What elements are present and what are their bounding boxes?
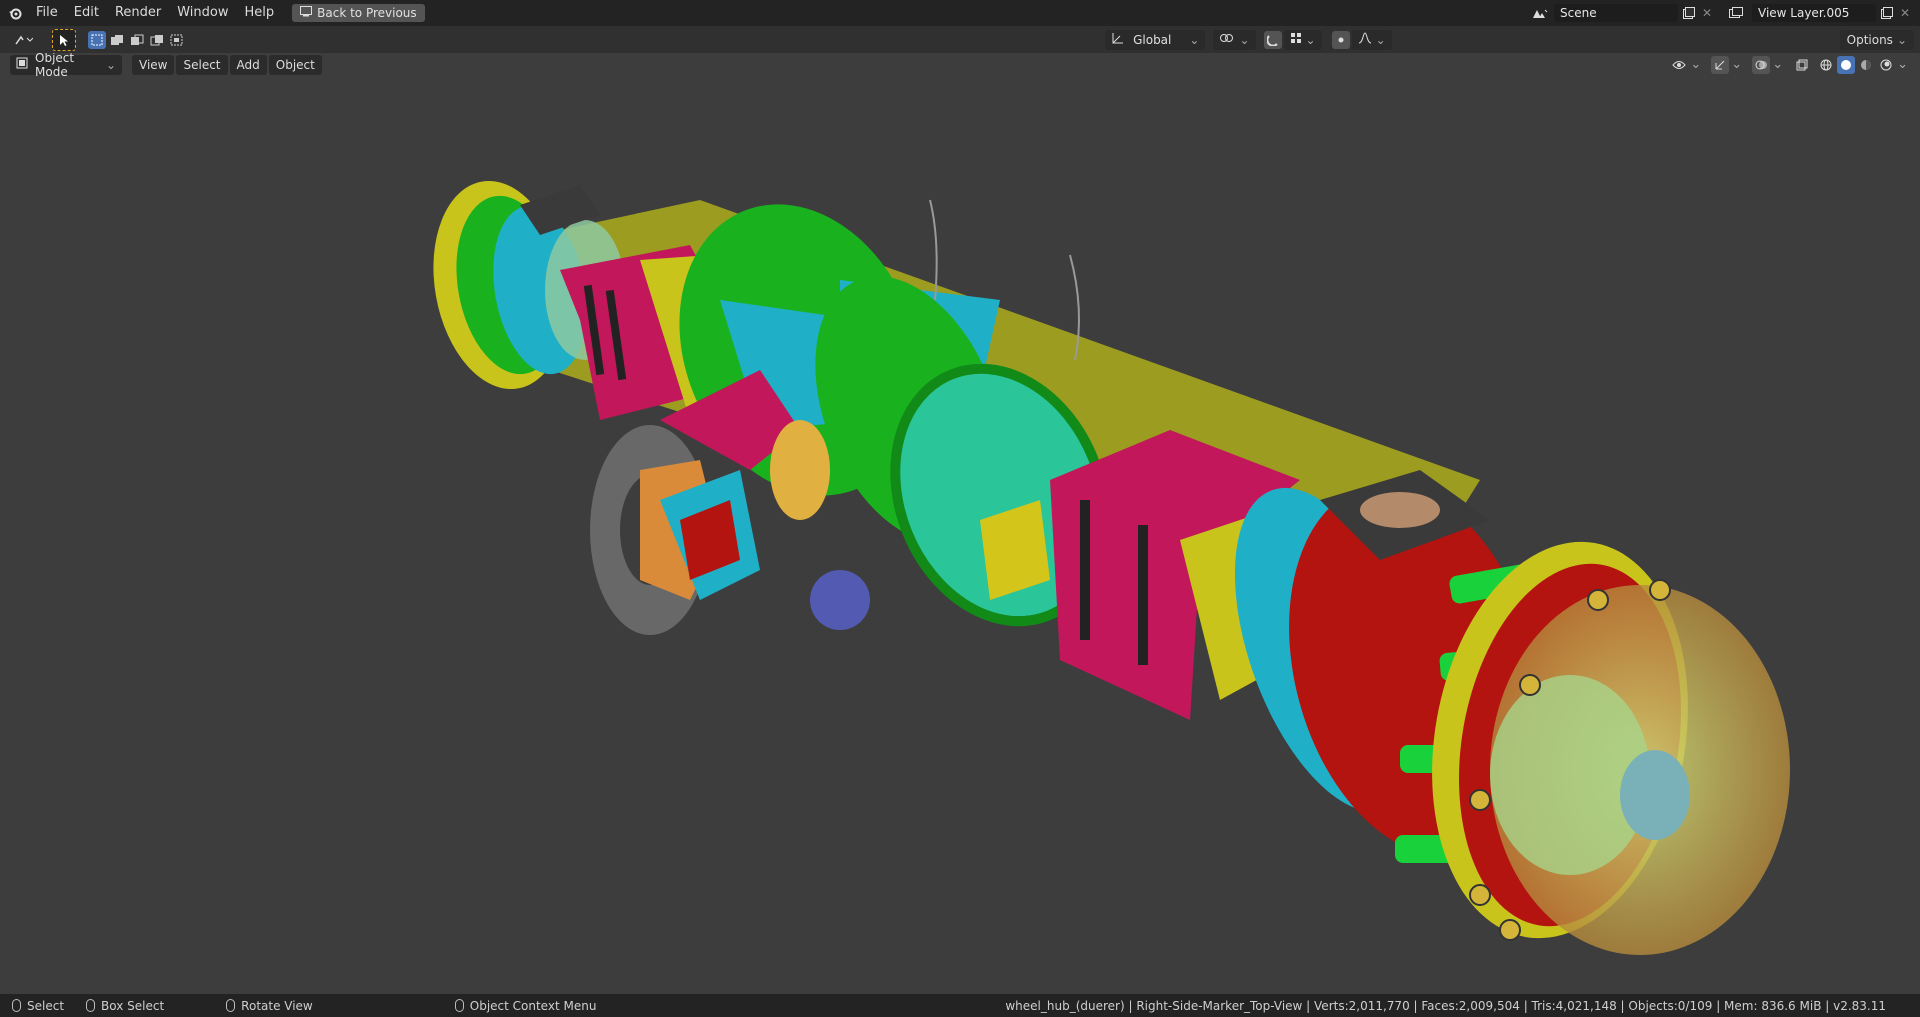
- status-box-select: Box Select: [86, 999, 164, 1013]
- status-rotate-view: Rotate View: [226, 999, 313, 1013]
- chevron-down-icon: ⌄: [1772, 57, 1784, 72]
- snap-icon[interactable]: [1263, 30, 1282, 49]
- chevron-down-icon: ⌄: [1375, 32, 1386, 47]
- close-icon[interactable]: ✕: [1698, 4, 1716, 22]
- transform-orientation-label: Global: [1133, 32, 1172, 47]
- chevron-down-icon: ⌄: [1690, 57, 1702, 72]
- back-icon: [300, 6, 313, 20]
- transform-orientation-icon: [1111, 32, 1125, 47]
- mouse-left-icon: [12, 999, 21, 1012]
- viewport-menu-view[interactable]: View: [132, 54, 175, 75]
- options-dropdown[interactable]: Options ⌄: [1839, 29, 1914, 50]
- viewport-menu-object[interactable]: Object: [268, 54, 322, 75]
- falloff-icon: [1358, 32, 1372, 47]
- object-mode-label: Object Mode: [35, 53, 75, 79]
- chevron-down-icon: ⌄: [1897, 57, 1908, 72]
- transform-group: Global ⌄ ⌄ ⌄ ⌄: [1105, 29, 1392, 50]
- viewport-menu-select[interactable]: Select: [176, 54, 228, 75]
- pivot-dropdown[interactable]: ⌄: [1213, 29, 1256, 50]
- falloff-dropdown[interactable]: ⌄: [1351, 29, 1392, 50]
- menu-window[interactable]: Window: [169, 0, 236, 26]
- object-mode-icon: [16, 57, 28, 72]
- selection-mode-new-icon[interactable]: [88, 30, 106, 49]
- menu-edit[interactable]: Edit: [66, 0, 107, 26]
- back-to-previous-button[interactable]: Back to Previous: [292, 4, 425, 22]
- status-box-select-label: Box Select: [101, 998, 165, 1013]
- shading-material-icon[interactable]: [1857, 56, 1875, 74]
- view-layer-name: View Layer.005: [1758, 6, 1850, 20]
- status-select: Select: [12, 999, 64, 1013]
- viewport-header: Object Mode ⌄ View Select Add Object ⌄ ⌄…: [0, 53, 1920, 79]
- object-mode-dropdown[interactable]: Object Mode ⌄: [10, 53, 122, 79]
- viewport-display-controls: ⌄ ⌄ ⌄ ⌄: [1670, 55, 1908, 74]
- scene-name: Scene: [1560, 6, 1597, 20]
- overlay-icon[interactable]: [1752, 55, 1771, 74]
- main-menu: File Edit Render Window Help: [28, 0, 282, 26]
- mouse-middle-icon: [226, 999, 236, 1012]
- wheel-hub-model[interactable]: [418, 168, 1790, 959]
- copy-icon[interactable]: [1680, 4, 1698, 22]
- status-rotate-view-label: Rotate View: [241, 998, 313, 1013]
- selection-mode-group: [88, 30, 186, 49]
- pivot-icon: [1219, 32, 1235, 47]
- selection-mode-difference-icon[interactable]: [148, 31, 166, 49]
- close-icon[interactable]: ✕: [1896, 4, 1914, 22]
- chevron-down-icon: ⌄: [1731, 57, 1743, 72]
- status-select-label: Select: [27, 998, 65, 1013]
- shading-solid-icon[interactable]: [1837, 55, 1856, 74]
- viewport-scene: [418, 168, 1790, 959]
- shading-wireframe-icon[interactable]: [1817, 56, 1835, 74]
- scene-statistics: wheel_hub_(duerer) | Right-Side-Marker_T…: [1005, 998, 1886, 1013]
- selection-mode-extend-icon[interactable]: [108, 31, 126, 49]
- back-to-previous-label: Back to Previous: [317, 6, 417, 20]
- selection-mode-subtract-icon[interactable]: [128, 31, 146, 49]
- options-label: Options: [1846, 32, 1893, 47]
- editor-type-icon[interactable]: [10, 31, 38, 49]
- snap-grid-dropdown[interactable]: ⌄: [1283, 29, 1322, 50]
- snap-grid-icon: [1290, 32, 1302, 47]
- blender-logo-icon[interactable]: [6, 4, 24, 22]
- mouse-left-icon: [86, 999, 96, 1012]
- status-context-menu: Object Context Menu: [454, 998, 597, 1013]
- chevron-down-icon: ⌄: [1896, 32, 1907, 47]
- scene-icon[interactable]: [1526, 4, 1554, 22]
- chevron-down-icon: ⌄: [1305, 32, 1316, 47]
- status-context-menu-label: Object Context Menu: [469, 998, 597, 1013]
- top-bar: File Edit Render Window Help Back to Pre…: [0, 0, 1920, 26]
- shading-rendered-icon[interactable]: [1877, 56, 1895, 74]
- gizmo-icon[interactable]: [1711, 55, 1730, 74]
- chevron-down-icon: ⌄: [1239, 32, 1250, 47]
- proportional-icon[interactable]: [1331, 30, 1350, 49]
- menu-render[interactable]: Render: [107, 0, 169, 26]
- 3d-viewport[interactable]: Object Mode ⌄ View Select Add Object ⌄ ⌄…: [0, 53, 1920, 994]
- selection-mode-intersect-icon[interactable]: [168, 31, 186, 49]
- mouse-right-icon: [454, 999, 464, 1012]
- view-layer-field[interactable]: View Layer.005: [1752, 4, 1876, 22]
- view-layer-icon[interactable]: [1722, 4, 1752, 22]
- viewport-menu-add[interactable]: Add: [229, 54, 267, 75]
- scene-field[interactable]: Scene: [1554, 4, 1678, 22]
- menu-help[interactable]: Help: [237, 0, 283, 26]
- chevron-down-icon: ⌄: [1189, 32, 1200, 47]
- copy-icon[interactable]: [1878, 4, 1896, 22]
- select-tool-icon[interactable]: [52, 28, 76, 51]
- xray-icon[interactable]: [1793, 56, 1811, 74]
- transform-orientation-dropdown[interactable]: Global ⌄: [1105, 29, 1206, 50]
- status-bar: Select Box Select Rotate View Object Con…: [0, 994, 1920, 1017]
- menu-file[interactable]: File: [28, 0, 66, 26]
- chevron-down-icon: ⌄: [105, 57, 116, 72]
- tool-settings-bar: Global ⌄ ⌄ ⌄ ⌄ Options ⌄: [0, 26, 1920, 53]
- visibility-icon[interactable]: [1670, 56, 1688, 74]
